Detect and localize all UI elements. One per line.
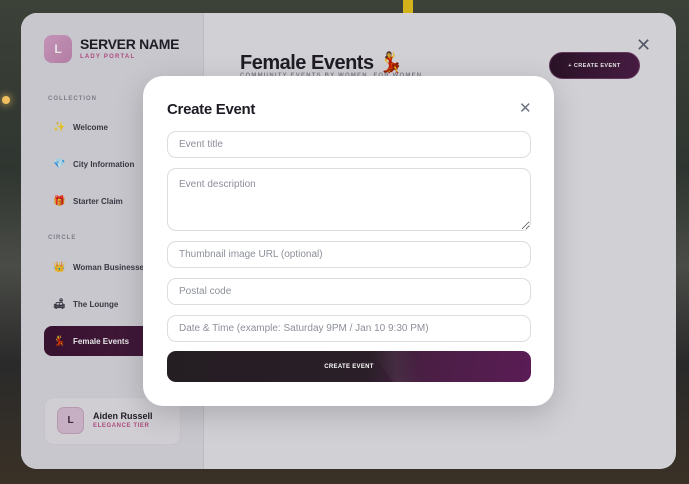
background-light <box>2 96 10 104</box>
event-description-input[interactable] <box>167 168 531 231</box>
background-pole <box>403 0 413 14</box>
submit-create-event-button[interactable]: CREATE EVENT <box>167 351 531 382</box>
modal-title: Create Event <box>167 101 256 118</box>
create-event-modal: Create Event ✕ CREATE EVENT <box>143 76 554 406</box>
postal-code-input[interactable] <box>167 278 531 305</box>
event-title-input[interactable] <box>167 131 531 158</box>
thumbnail-url-input[interactable] <box>167 241 531 268</box>
date-time-input[interactable] <box>167 315 531 342</box>
submit-label: CREATE EVENT <box>324 363 374 370</box>
close-icon[interactable]: ✕ <box>519 99 532 117</box>
button-decoration <box>371 351 433 382</box>
